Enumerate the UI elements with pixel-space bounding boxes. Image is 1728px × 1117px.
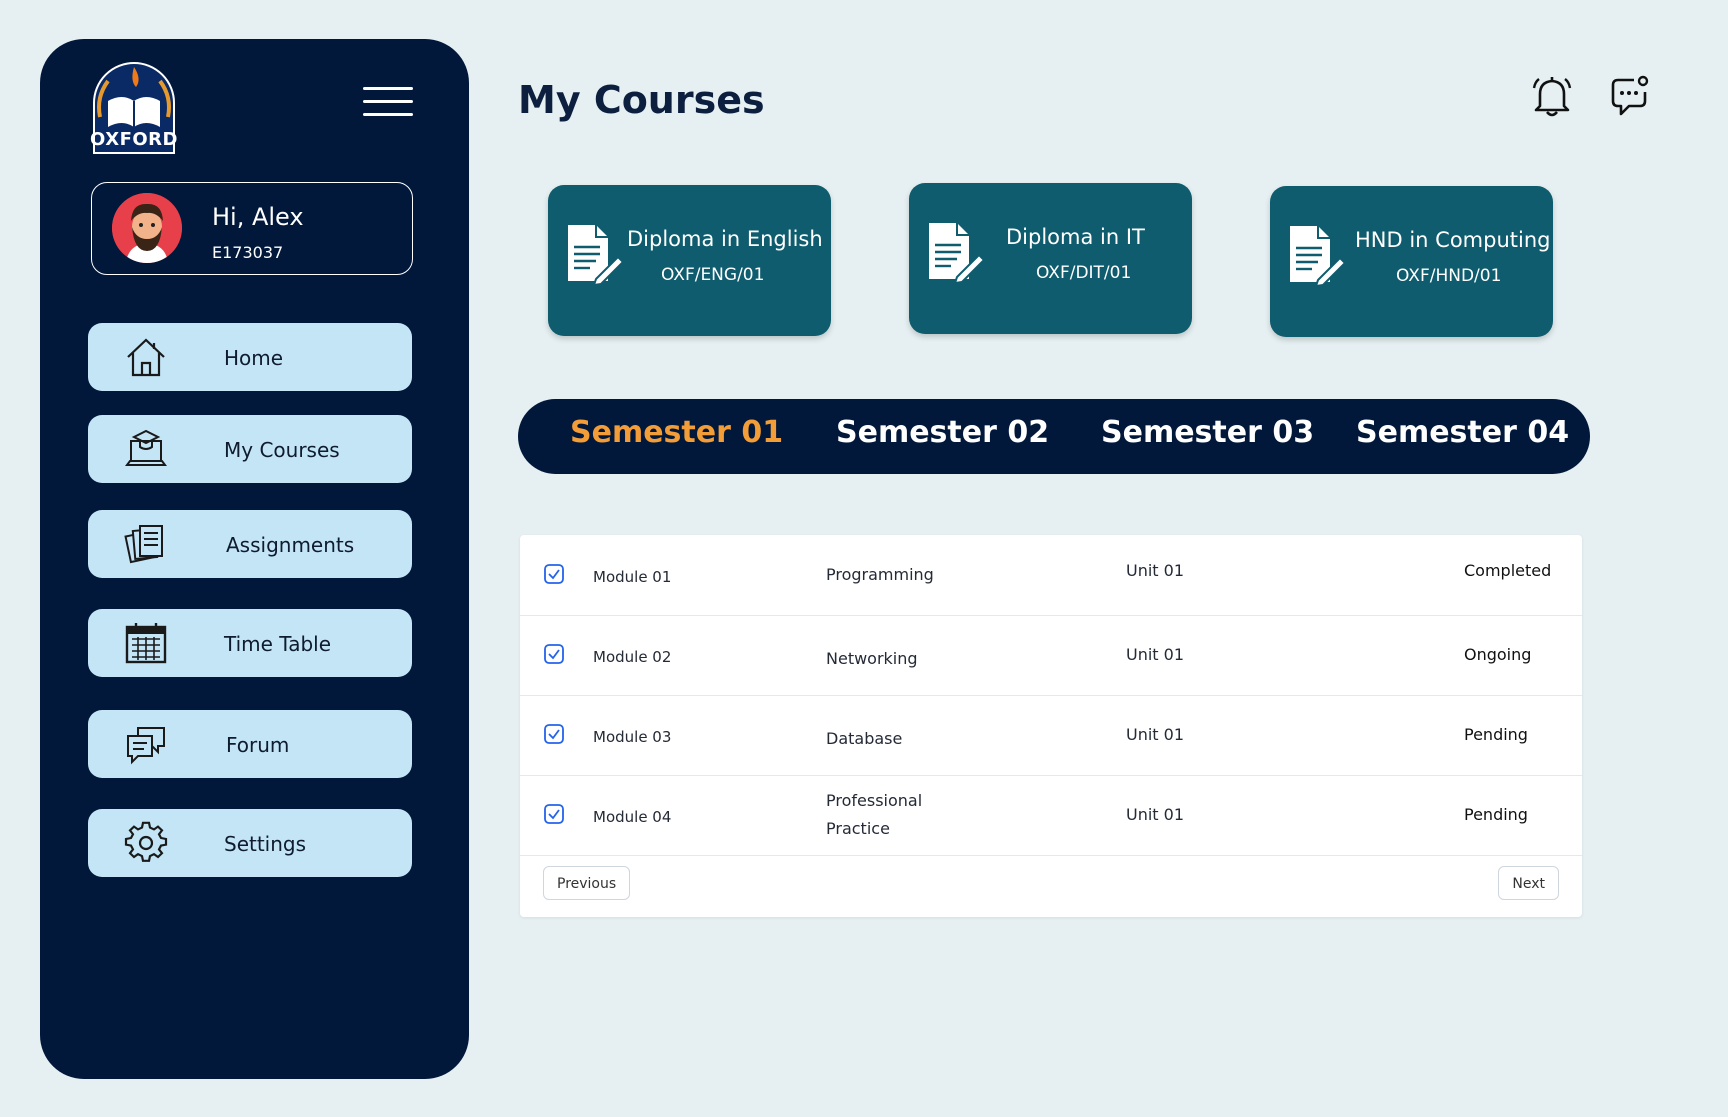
module-cell: Module 04 bbox=[593, 808, 672, 826]
course-code: OXF/DIT/01 bbox=[1036, 263, 1132, 283]
logo-text: OXFORD bbox=[90, 129, 178, 150]
unit-cell: Unit 01 bbox=[1126, 645, 1185, 664]
notifications-button[interactable] bbox=[1530, 74, 1574, 118]
profile-card[interactable]: Hi, Alex E173037 bbox=[91, 182, 413, 275]
hamburger-line bbox=[363, 87, 413, 90]
subject-cell: Database bbox=[826, 729, 903, 748]
tab-semester-03[interactable]: Semester 03 bbox=[1101, 415, 1314, 450]
nav-item-my-courses[interactable]: My Courses bbox=[88, 415, 412, 483]
hamburger-line bbox=[363, 113, 413, 116]
course-card-computing[interactable]: HND in Computing OXF/HND/01 bbox=[1270, 186, 1553, 337]
module-cell: Module 01 bbox=[593, 568, 672, 586]
table-row[interactable]: Module 03 Database Unit 01 Pending bbox=[520, 695, 1582, 776]
status-cell: Completed bbox=[1464, 561, 1552, 580]
messages-button[interactable] bbox=[1608, 74, 1652, 118]
graduation-laptop-icon bbox=[125, 429, 167, 466]
nav-label-settings: Settings bbox=[224, 832, 307, 856]
module-cell: Module 02 bbox=[593, 648, 672, 666]
chat-bubbles-icon bbox=[127, 727, 165, 765]
calendar-icon bbox=[125, 623, 167, 664]
unit-cell: Unit 01 bbox=[1126, 561, 1185, 580]
nav-label-time-table: Time Table bbox=[224, 632, 332, 656]
nav-item-assignments[interactable]: Assignments bbox=[88, 510, 412, 578]
semester-tabs: Semester 01 Semester 02 Semester 03 Seme… bbox=[518, 399, 1590, 474]
course-card-it[interactable]: Diploma in IT OXF/DIT/01 bbox=[909, 183, 1192, 334]
nav-item-home[interactable]: Home bbox=[88, 323, 412, 391]
home-icon bbox=[127, 338, 165, 377]
unit-cell: Unit 01 bbox=[1126, 725, 1185, 744]
document-edit-icon bbox=[929, 223, 986, 283]
previous-button[interactable]: Previous bbox=[543, 866, 631, 900]
nav-item-forum[interactable]: Forum bbox=[88, 710, 412, 778]
nav-label-my-courses: My Courses bbox=[224, 438, 340, 462]
course-title: Diploma in English bbox=[627, 227, 823, 251]
document-edit-icon bbox=[1290, 226, 1347, 286]
gear-icon bbox=[124, 821, 168, 862]
checkbox-checked-icon bbox=[544, 804, 564, 824]
page-title: My Courses bbox=[518, 78, 765, 122]
status-cell: Ongoing bbox=[1464, 645, 1532, 664]
checkbox-checked-icon bbox=[544, 724, 564, 744]
menu-toggle-button[interactable] bbox=[363, 87, 413, 117]
tab-semester-04[interactable]: Semester 04 bbox=[1356, 415, 1569, 450]
table-row[interactable]: Module 02 Networking Unit 01 Ongoing bbox=[520, 615, 1582, 696]
module-cell: Module 03 bbox=[593, 728, 672, 746]
nav-label-forum: Forum bbox=[226, 733, 290, 757]
nav-label-assignments: Assignments bbox=[226, 533, 355, 557]
nav-label-home: Home bbox=[224, 346, 284, 370]
course-code: OXF/ENG/01 bbox=[661, 265, 765, 285]
checkbox-checked-icon bbox=[544, 644, 564, 664]
table-row[interactable]: Module 01 Programming Unit 01 Completed bbox=[520, 535, 1582, 616]
user-avatar-icon bbox=[112, 193, 182, 263]
sidebar: OXFORD Hi, Alex E173037 Home My Courses … bbox=[40, 39, 469, 1079]
document-edit-icon bbox=[568, 225, 625, 285]
subject-cell: Networking bbox=[826, 649, 918, 668]
unit-cell: Unit 01 bbox=[1126, 805, 1185, 824]
table-row[interactable]: Module 04 Professional Practice Unit 01 … bbox=[520, 775, 1582, 856]
student-id: E173037 bbox=[212, 243, 284, 262]
greeting-text: Hi, Alex bbox=[212, 203, 304, 231]
status-cell: Pending bbox=[1464, 725, 1528, 744]
course-title: HND in Computing bbox=[1355, 228, 1551, 252]
documents-icon bbox=[124, 525, 163, 564]
bell-icon bbox=[1532, 77, 1572, 117]
modules-table: Module 01 Programming Unit 01 Completed … bbox=[520, 535, 1582, 917]
course-card-english[interactable]: Diploma in English OXF/ENG/01 bbox=[548, 185, 831, 336]
checkbox-checked-icon bbox=[544, 564, 564, 584]
message-icon bbox=[1611, 75, 1649, 116]
nav-item-time-table[interactable]: Time Table bbox=[88, 609, 412, 677]
nav-item-settings[interactable]: Settings bbox=[88, 809, 412, 877]
tab-semester-02[interactable]: Semester 02 bbox=[836, 415, 1049, 450]
tab-semester-01[interactable]: Semester 01 bbox=[570, 415, 783, 450]
subject-cell: Programming bbox=[826, 565, 934, 584]
subject-cell: Professional Practice bbox=[826, 791, 923, 838]
avatar bbox=[112, 193, 182, 263]
oxford-logo[interactable]: OXFORD bbox=[86, 57, 182, 157]
course-title: Diploma in IT bbox=[1006, 225, 1145, 249]
course-code: OXF/HND/01 bbox=[1396, 266, 1502, 286]
next-button[interactable]: Next bbox=[1498, 866, 1559, 900]
status-cell: Pending bbox=[1464, 805, 1528, 824]
hamburger-line bbox=[363, 100, 413, 103]
